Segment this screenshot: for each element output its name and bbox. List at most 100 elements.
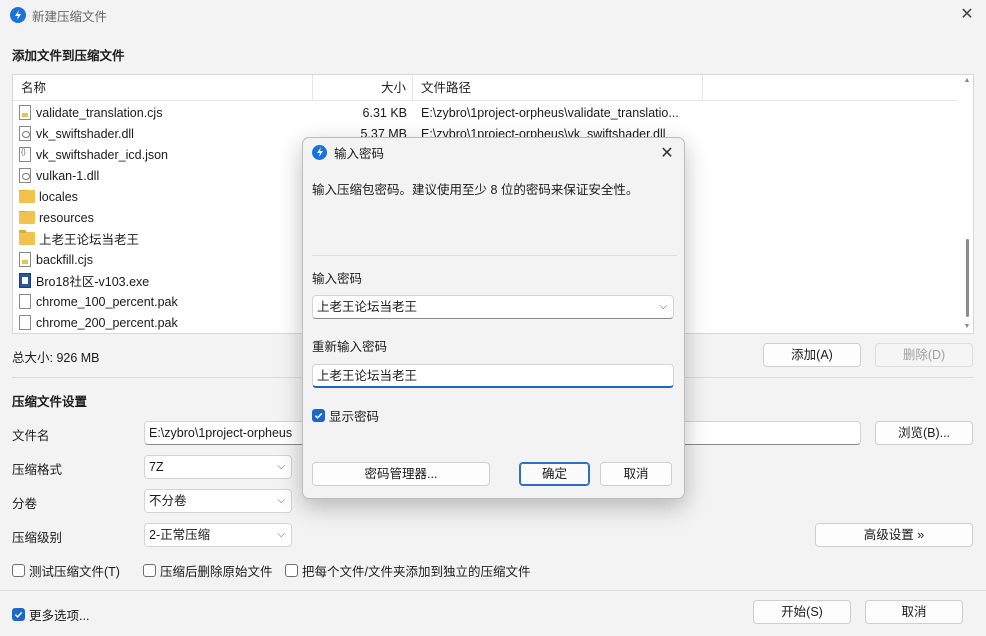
- scroll-up-icon[interactable]: ▲: [963, 77, 971, 85]
- dialog-divider: [312, 255, 677, 256]
- row-name-cell: validate_translation.cjs: [13, 105, 313, 120]
- row-name: Bro18社区-v103.exe: [36, 275, 150, 289]
- js-file-icon: [19, 252, 31, 267]
- row-name: chrome_200_percent.pak: [36, 315, 178, 330]
- file-list-scrollbar[interactable]: ▲ ▼: [963, 77, 971, 331]
- close-icon[interactable]: ✕: [658, 143, 676, 163]
- volume-label: 分卷: [12, 497, 38, 511]
- chevron-down-icon[interactable]: ⌵: [659, 296, 667, 318]
- checkbox-box[interactable]: [143, 564, 156, 577]
- checkbox-box[interactable]: [12, 564, 25, 577]
- password-manager-button[interactable]: 密码管理器...: [312, 462, 490, 486]
- window-title: 新建压缩文件: [32, 9, 108, 24]
- password-input[interactable]: 上老王论坛当老王 ⌵: [312, 295, 674, 319]
- row-name: vk_swiftshader_icd.json: [36, 147, 169, 162]
- checkbox-checked[interactable]: [12, 608, 25, 621]
- chevron-down-icon: ⌵: [277, 461, 285, 472]
- app-icon: [10, 7, 26, 23]
- row-size: 6.31 KB: [362, 105, 407, 120]
- cancel-button[interactable]: 取消: [865, 600, 963, 624]
- exe-file-icon: [19, 273, 31, 288]
- dialog-title: 输入密码: [334, 146, 385, 161]
- separate-archives-label: 把每个文件/文件夹添加到独立的压缩文件: [302, 565, 531, 579]
- row-name-cell: locales: [13, 189, 313, 204]
- delete-button[interactable]: 删除(D): [875, 343, 973, 367]
- row-name: 上老王论坛当老王: [39, 233, 140, 247]
- total-size: 总大小: 926 MB: [12, 351, 100, 365]
- files-heading: 添加文件到压缩文件: [12, 49, 125, 63]
- json-file-icon: [19, 147, 31, 162]
- chevron-down-icon: ⌵: [277, 529, 285, 540]
- row-name-cell: backfill.cjs: [13, 252, 313, 267]
- column-name[interactable]: 名称: [13, 75, 313, 101]
- show-password-label: 显示密码: [329, 410, 380, 424]
- row-name-cell: vk_swiftshader_icd.json: [13, 147, 313, 162]
- folder-icon: [19, 189, 35, 203]
- row-name: backfill.cjs: [36, 252, 93, 267]
- row-name: locales: [39, 189, 78, 204]
- title-bar: 新建压缩文件 ✕: [0, 0, 986, 30]
- row-name: validate_translation.cjs: [36, 105, 163, 120]
- volume-select[interactable]: 不分卷 ⌵: [144, 489, 292, 513]
- row-name: chrome_100_percent.pak: [36, 294, 178, 309]
- check-icon: [14, 611, 23, 618]
- password-label: 输入密码: [312, 272, 363, 286]
- checkbox-checked[interactable]: [312, 409, 325, 422]
- footer-divider: [0, 590, 986, 591]
- confirm-password-label: 重新输入密码: [312, 340, 388, 354]
- add-button[interactable]: 添加(A): [763, 343, 861, 367]
- row-name: vulkan-1.dll: [36, 168, 100, 183]
- level-label: 压缩级别: [12, 531, 63, 545]
- row-name-cell: chrome_200_percent.pak: [13, 315, 313, 330]
- column-path[interactable]: 文件路径: [413, 75, 703, 101]
- format-label: 压缩格式: [12, 463, 63, 477]
- folder-icon: [19, 210, 35, 224]
- row-name-cell: Bro18社区-v103.exe: [13, 271, 313, 290]
- format-select[interactable]: 7Z ⌵: [144, 455, 292, 479]
- format-value: 7Z: [149, 460, 164, 474]
- settings-heading: 压缩文件设置: [12, 395, 88, 409]
- delete-after-label: 压缩后删除原始文件: [160, 565, 273, 579]
- column-size[interactable]: 大小: [313, 75, 413, 101]
- row-name: vk_swiftshader.dll: [36, 126, 134, 141]
- dll-file-icon: [19, 126, 31, 141]
- test-archive-checkbox[interactable]: 测试压缩文件(T): [12, 561, 120, 580]
- table-row[interactable]: validate_translation.cjs 6.31 KB E:\zybro\…: [13, 102, 958, 123]
- check-icon: [314, 412, 323, 419]
- dll-file-icon: [19, 168, 31, 183]
- scroll-down-icon[interactable]: ▼: [963, 323, 971, 331]
- advanced-settings-button[interactable]: 高级设置 »: [815, 523, 973, 547]
- dialog-cancel-button[interactable]: 取消: [600, 462, 672, 486]
- app-icon: [312, 144, 327, 160]
- checkbox-box[interactable]: [285, 564, 298, 577]
- folder-icon: [19, 230, 35, 245]
- dialog-description: 输入压缩包密码。建议使用至少 8 位的密码来保证安全性。: [312, 183, 639, 197]
- close-icon[interactable]: ✕: [958, 6, 976, 24]
- file-file-icon: [19, 315, 31, 330]
- browse-button[interactable]: 浏览(B)...: [875, 421, 973, 445]
- volume-value: 不分卷: [149, 494, 187, 508]
- confirm-password-input[interactable]: 上老王论坛当老王: [312, 364, 674, 388]
- password-value: 上老王论坛当老王: [317, 300, 418, 314]
- more-options-checkbox[interactable]: 更多选项...: [12, 605, 89, 624]
- file-list-header: 名称 大小 文件路径: [13, 75, 958, 101]
- level-select[interactable]: 2-正常压缩 ⌵: [144, 523, 292, 547]
- scroll-thumb[interactable]: [966, 239, 969, 317]
- level-value: 2-正常压缩: [149, 528, 211, 542]
- row-name-cell: resources: [13, 210, 313, 225]
- row-name-cell: vk_swiftshader.dll: [13, 126, 313, 141]
- start-button[interactable]: 开始(S): [753, 600, 851, 624]
- file-file-icon: [19, 294, 31, 309]
- row-name: resources: [39, 210, 94, 225]
- dialog-title-bar: 输入密码 ✕: [303, 138, 684, 166]
- ok-button[interactable]: 确定: [519, 462, 590, 486]
- delete-after-checkbox[interactable]: 压缩后删除原始文件: [143, 561, 273, 580]
- chevron-down-icon: ⌵: [277, 495, 285, 506]
- password-dialog: 输入密码 ✕ 输入压缩包密码。建议使用至少 8 位的密码来保证安全性。 输入密码…: [302, 137, 685, 499]
- show-password-checkbox[interactable]: 显示密码: [312, 406, 379, 425]
- row-name-cell: chrome_100_percent.pak: [13, 294, 313, 309]
- more-options-label: 更多选项...: [29, 609, 90, 623]
- separate-archives-checkbox[interactable]: 把每个文件/文件夹添加到独立的压缩文件: [285, 561, 530, 580]
- test-archive-label: 测试压缩文件(T): [29, 565, 120, 579]
- row-name-cell: vulkan-1.dll: [13, 168, 313, 183]
